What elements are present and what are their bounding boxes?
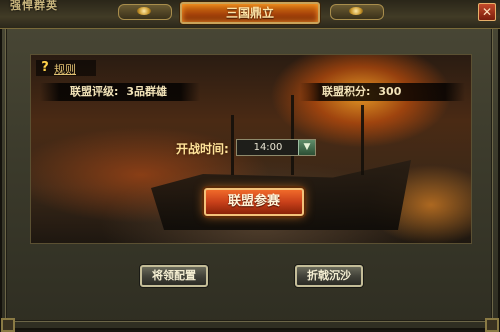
title-bar: 强悍群英 三国鼎立 ✕ [0,0,500,29]
generals-config-button[interactable]: 将领配置 [140,265,208,287]
battle-time-label: 开战时间: [176,142,229,156]
left-ornament [118,4,172,20]
mast [231,115,234,175]
alliance-points: 联盟积分: 300 [300,83,465,101]
alliance-points-value: 300 [378,85,402,98]
battle-time-select[interactable]: 14:00 ▼ [236,139,316,156]
mast [361,105,364,175]
mast [291,95,294,175]
help-icon[interactable]: ? [38,60,52,75]
chevron-down-icon[interactable]: ▼ [298,140,315,155]
join-alliance-battle-button[interactable]: 联盟参赛 [204,188,304,216]
battle-time-value: 14:00 [253,142,283,153]
rules-link[interactable]: 规则 [54,61,76,77]
gem-icon [137,7,151,15]
close-button[interactable]: ✕ [478,3,496,21]
alliance-rating-value: 3品群雄 [126,85,168,98]
alliance-rating-label: 联盟评级: [70,85,119,98]
brand-text: 强悍群英 [10,0,58,12]
alliance-points-label: 联盟积分: [322,85,371,98]
close-icon: ✕ [481,5,493,19]
right-ornament [330,4,384,20]
gem-icon [349,7,363,15]
dialog-title: 三国鼎立 [180,2,320,24]
alliance-rating: 联盟评级: 3品群雄 [40,83,200,101]
sands-button[interactable]: 折戟沉沙 [295,265,363,287]
